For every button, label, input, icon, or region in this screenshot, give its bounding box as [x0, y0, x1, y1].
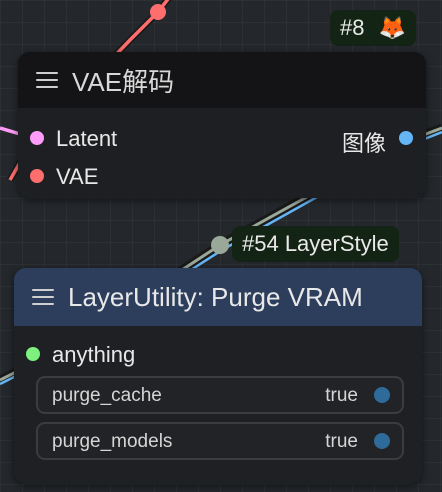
- toggle-indicator[interactable]: [374, 433, 390, 449]
- image-output-label: 图像: [341, 131, 386, 156]
- node-header[interactable]: LayerUtility: Purge VRAM: [14, 268, 422, 326]
- node-badge-text: #54 LayerStyle: [242, 231, 389, 256]
- image-output-dot[interactable]: [399, 131, 413, 145]
- latent-input-dot[interactable]: [30, 131, 44, 145]
- toggle-indicator[interactable]: [374, 387, 390, 403]
- node-title: VAE解码: [72, 66, 175, 97]
- fox-emoji-icon: 🦊: [378, 15, 407, 40]
- node-badge: #54 LayerStyle: [232, 226, 399, 262]
- menu-icon[interactable]: [32, 289, 54, 305]
- node-header[interactable]: VAE解码: [18, 52, 426, 108]
- anything-input-dot[interactable]: [26, 347, 40, 361]
- vae-decode-node[interactable]: VAE解码 Latent VAE 图像: [18, 52, 426, 198]
- widget-name: purge_models: [52, 431, 173, 452]
- widget-name: purge_cache: [52, 385, 162, 406]
- purge-models-toggle[interactable]: purge_models true: [36, 422, 404, 460]
- vae-input-dot[interactable]: [30, 169, 44, 183]
- menu-icon[interactable]: [36, 72, 58, 88]
- node-title: LayerUtility: Purge VRAM: [68, 281, 363, 312]
- vae-input-label: VAE: [56, 164, 99, 189]
- widget-value: true: [325, 431, 358, 452]
- latent-input-label: Latent: [56, 126, 118, 151]
- vae-link-midpoint[interactable]: [150, 4, 166, 20]
- image-link-midpoint[interactable]: [211, 236, 229, 254]
- node-id-text: #8: [340, 15, 365, 40]
- anything-input-label: anything: [52, 342, 136, 367]
- widget-value: true: [325, 385, 358, 406]
- purge-vram-node[interactable]: LayerUtility: Purge VRAM anything purge_…: [14, 268, 422, 484]
- purge-cache-toggle[interactable]: purge_cache true: [36, 376, 404, 414]
- node-id-badge: #8 🦊: [330, 10, 417, 46]
